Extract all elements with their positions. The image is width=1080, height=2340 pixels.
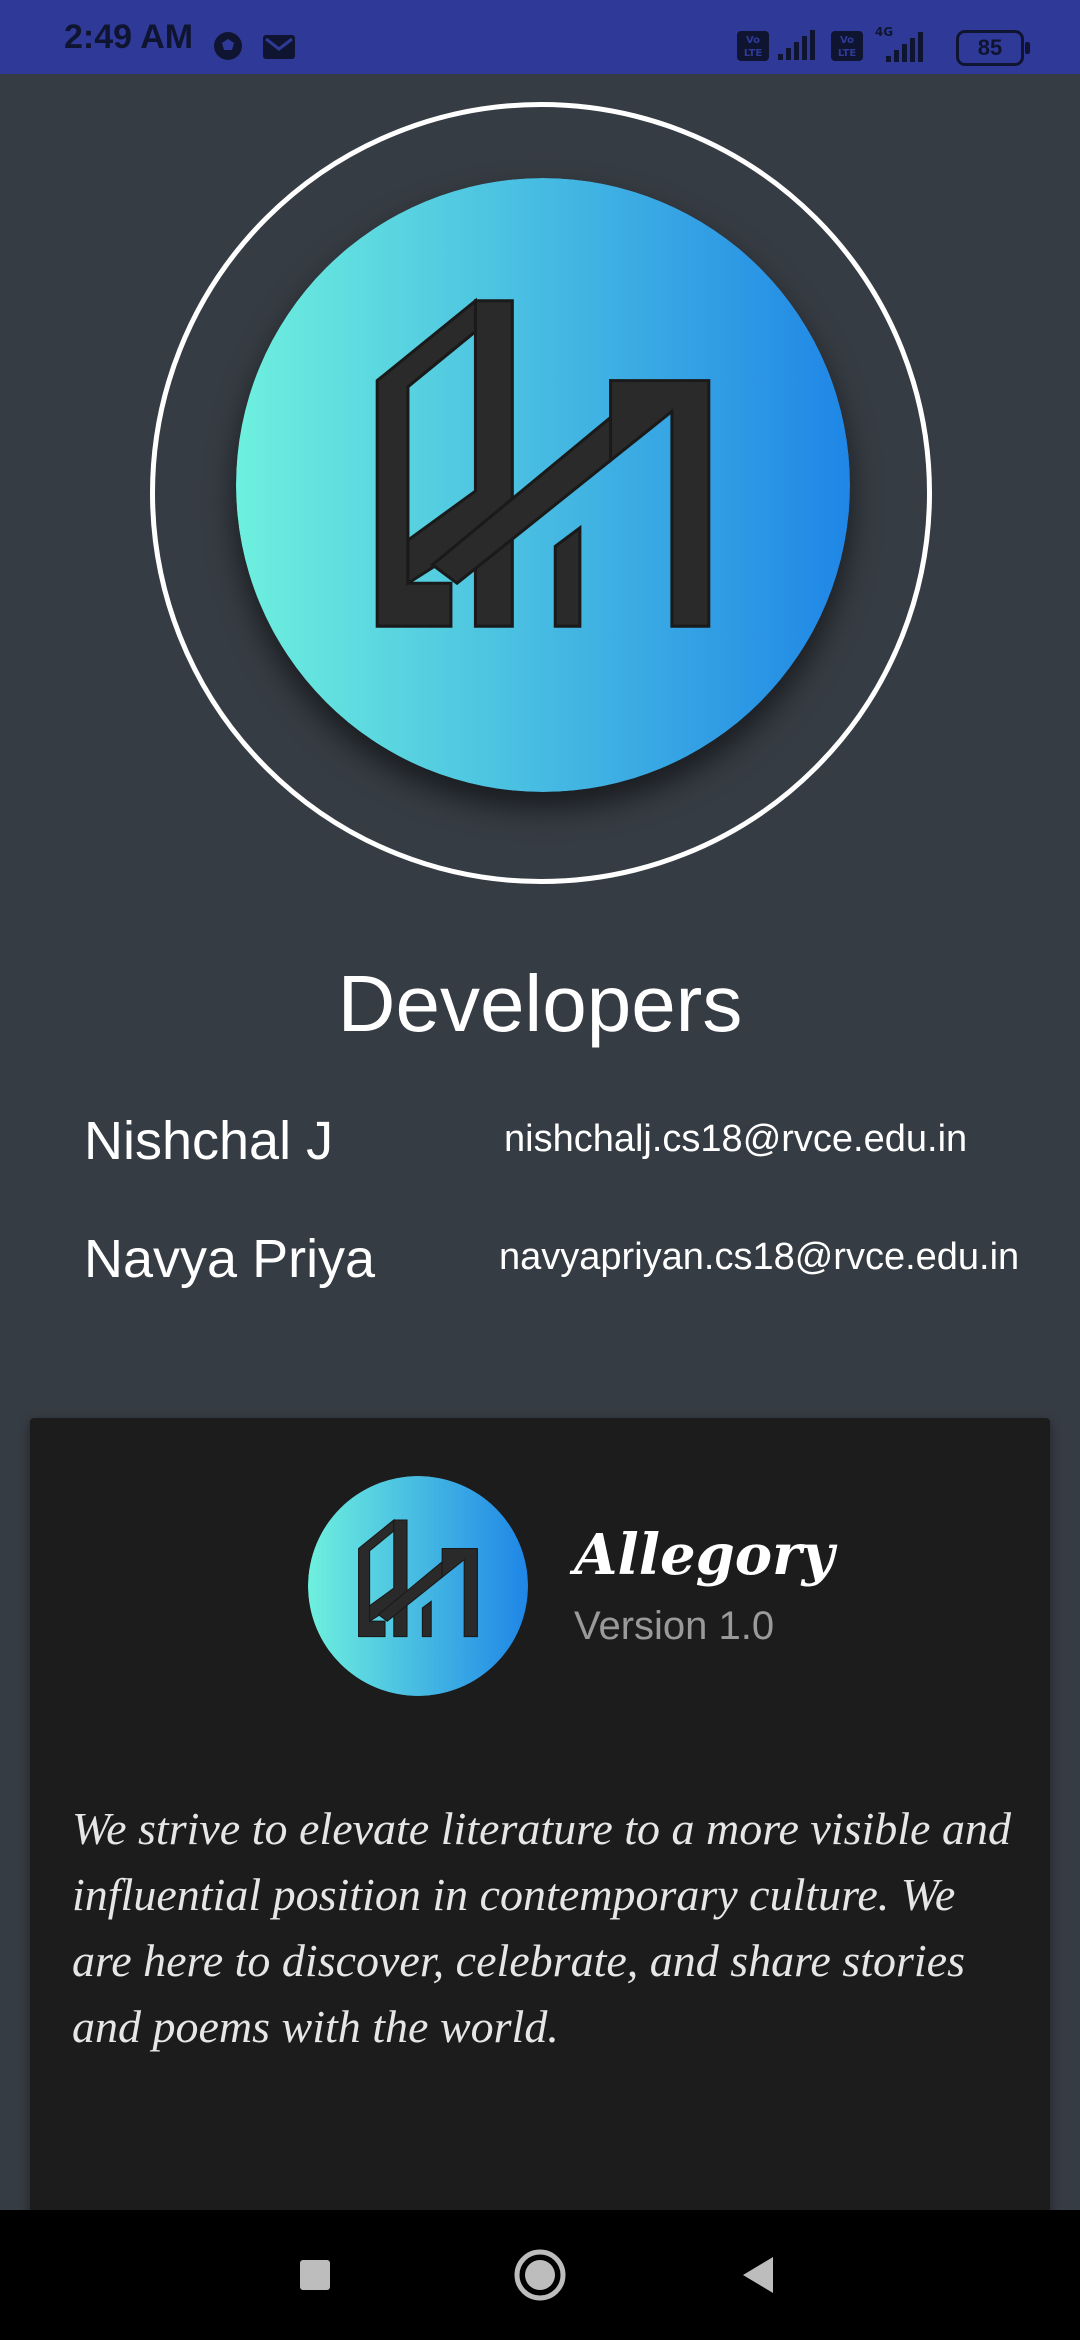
svg-text:LTE: LTE xyxy=(838,48,857,59)
developer-name: Navya Priya xyxy=(84,1229,376,1289)
developer-email[interactable]: navyapriyan.cs18@rvce.edu.in xyxy=(499,1236,1019,1279)
battery-icon: 85 xyxy=(956,30,1030,66)
status-time: 2:49 AM xyxy=(64,18,194,56)
developers-title: Developers xyxy=(337,959,743,1048)
soccer-ball-icon xyxy=(214,32,242,60)
gmail-icon xyxy=(263,35,295,59)
about-app-card: Allegory Version 1.0 We strive to elevat… xyxy=(30,1418,1050,2238)
allegory-logo-large xyxy=(236,178,850,792)
navigation-bar xyxy=(0,2210,1080,2340)
volte-icon-2: Vo LTE xyxy=(831,31,863,61)
svg-text:4G: 4G xyxy=(875,25,893,39)
about-screen: Developers Nishchal J nishchalj.cs18@rvc… xyxy=(0,74,1080,2238)
home-icon[interactable] xyxy=(505,2240,575,2310)
app-name: Allegory xyxy=(574,1522,835,1588)
svg-text:LTE: LTE xyxy=(744,48,763,59)
signal-icon xyxy=(778,30,815,60)
recent-apps-icon[interactable] xyxy=(280,2240,350,2310)
4g-signal-icon: 4G xyxy=(875,25,923,62)
svg-text:Vo: Vo xyxy=(840,35,854,46)
developer-name: Nishchal J xyxy=(84,1111,334,1171)
allegory-logo-small xyxy=(308,1476,528,1696)
developer-email[interactable]: nishchalj.cs18@rvce.edu.in xyxy=(504,1118,967,1161)
app-description: We strive to elevate literature to a mor… xyxy=(72,1803,1011,2052)
volte-icon: Vo LTE xyxy=(737,31,769,61)
app-version: Version 1.0 xyxy=(574,1604,775,1648)
back-icon[interactable] xyxy=(725,2240,795,2310)
svg-text:Vo: Vo xyxy=(746,35,760,46)
status-bar: 2:49 AM Vo LTE Vo LTE 4G 85 xyxy=(0,0,1080,74)
